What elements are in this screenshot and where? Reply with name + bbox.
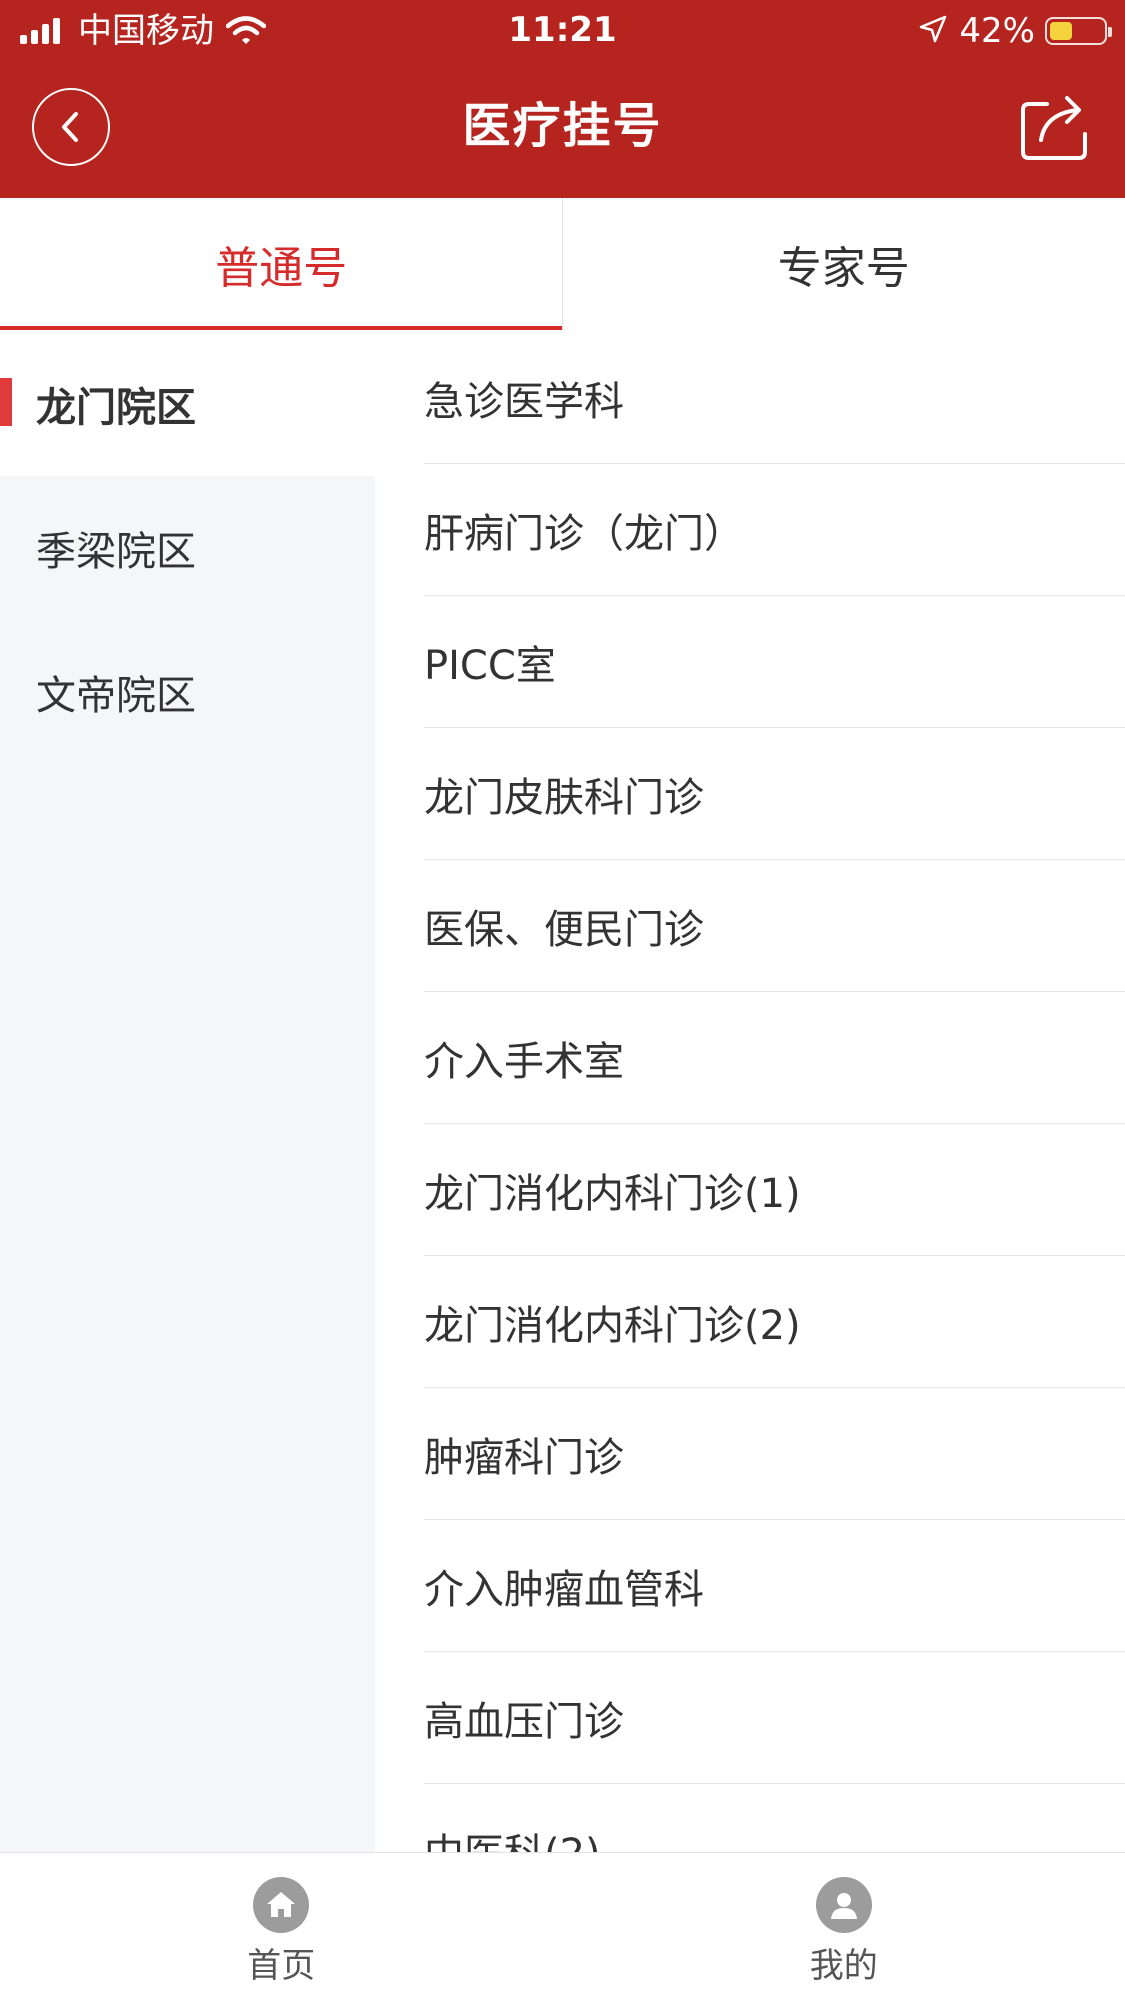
- campus-item-wendi[interactable]: 文帝院区: [0, 620, 375, 764]
- department-item[interactable]: 中医科(2): [424, 1784, 1125, 1852]
- share-icon: [1021, 96, 1087, 160]
- header: 中国移动 11:21 42% 医疗挂号: [0, 0, 1125, 198]
- status-right: 42%: [919, 10, 1112, 52]
- campus-sidebar: 龙门院区 季梁院区 文帝院区: [0, 332, 375, 1852]
- department-item[interactable]: 医保、便民门诊: [424, 860, 1125, 992]
- department-item[interactable]: 肿瘤科门诊: [424, 1388, 1125, 1520]
- campus-item-longmen[interactable]: 龙门院区: [0, 332, 375, 476]
- battery-level: [1050, 22, 1072, 40]
- nav-bar: 医疗挂号: [0, 62, 1125, 198]
- share-button[interactable]: [1017, 90, 1089, 162]
- main-content: 龙门院区 季梁院区 文帝院区 急诊医学科 肝病门诊（龙门） PICC室 龙门皮肤…: [0, 332, 1125, 1852]
- department-item[interactable]: 介入肿瘤血管科: [424, 1520, 1125, 1652]
- tabbar-home-label: 首页: [247, 1946, 316, 1986]
- tabbar-mine[interactable]: 我的: [563, 1853, 1125, 2001]
- department-item[interactable]: 龙门消化内科门诊(1): [424, 1124, 1125, 1256]
- tabbar-mine-label: 我的: [809, 1946, 878, 1986]
- status-bar: 中国移动 11:21 42%: [0, 0, 1125, 62]
- department-item[interactable]: 急诊医学科: [424, 332, 1125, 464]
- page-title: 医疗挂号: [462, 98, 663, 154]
- department-list: 急诊医学科 肝病门诊（龙门） PICC室 龙门皮肤科门诊 医保、便民门诊 介入手…: [424, 332, 1125, 1852]
- tab-divider: [562, 198, 563, 330]
- department-item[interactable]: 肝病门诊（龙门）: [424, 464, 1125, 596]
- department-item[interactable]: 高血压门诊: [424, 1652, 1125, 1784]
- bottom-tabbar: 首页 我的: [0, 1852, 1125, 2001]
- department-item[interactable]: 龙门皮肤科门诊: [424, 728, 1125, 860]
- location-arrow-icon: [919, 15, 947, 47]
- department-item[interactable]: PICC室: [424, 596, 1125, 728]
- department-item[interactable]: 介入手术室: [424, 992, 1125, 1124]
- tab-regular[interactable]: 普通号: [0, 198, 563, 330]
- tab-expert[interactable]: 专家号: [563, 198, 1125, 330]
- department-item[interactable]: 龙门消化内科门诊(2): [424, 1256, 1125, 1388]
- user-icon: [815, 1877, 872, 1933]
- home-icon: [253, 1877, 310, 1933]
- battery-icon: [1045, 17, 1112, 45]
- campus-item-jiliang[interactable]: 季梁院区: [0, 476, 375, 620]
- battery-percent: 42%: [959, 11, 1035, 51]
- tabbar-home[interactable]: 首页: [0, 1853, 563, 2001]
